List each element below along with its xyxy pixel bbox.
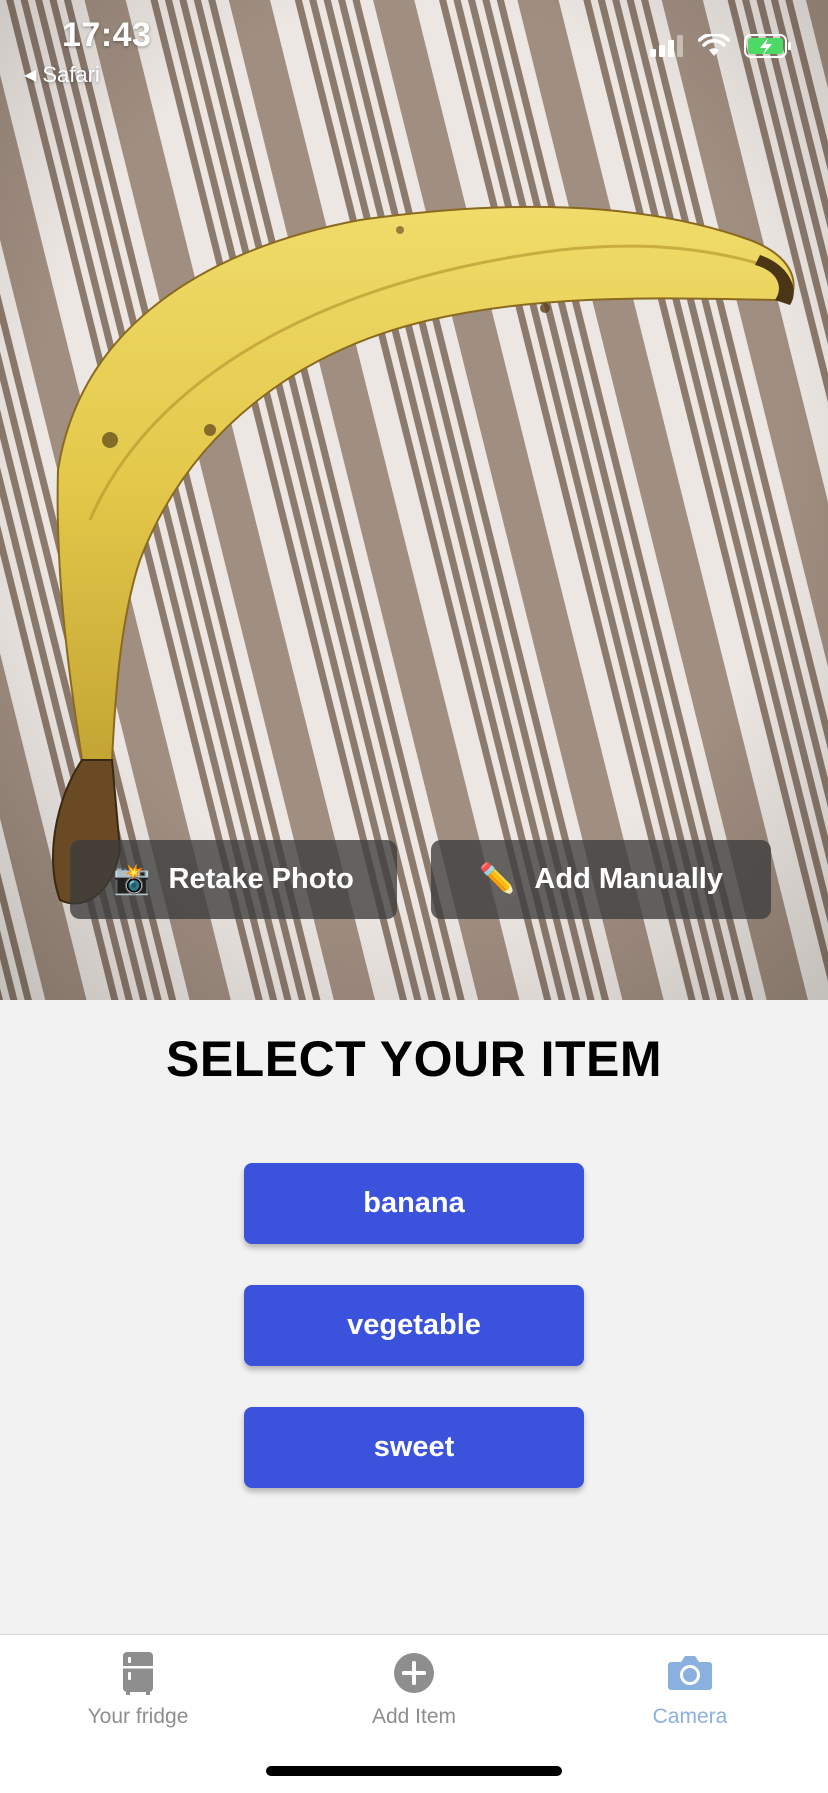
retake-photo-button[interactable]: 📸 Retake Photo (70, 840, 397, 919)
status-bar: 17:43 ◀ Safari (0, 0, 828, 100)
add-manually-button[interactable]: ✏️ Add Manually (431, 840, 771, 919)
option-button-banana[interactable]: banana (244, 1163, 584, 1244)
wifi-icon (697, 32, 731, 63)
fridge-icon (122, 1649, 154, 1697)
status-time: 17:43 (62, 16, 152, 54)
tab-add-item[interactable]: Add Item (276, 1635, 552, 1745)
camera-flash-icon: 📸 (113, 863, 151, 896)
plus-circle-icon (393, 1649, 435, 1697)
back-triangle-icon: ◀ (24, 67, 37, 84)
home-indicator[interactable] (266, 1766, 562, 1776)
tab-camera[interactable]: Camera (552, 1635, 828, 1745)
page-title: SELECT YOUR ITEM (165, 1031, 662, 1087)
pencil-icon: ✏️ (479, 863, 517, 896)
tab-label: Camera (652, 1705, 728, 1728)
tab-label: Your fridge (87, 1705, 189, 1728)
system-icons (650, 32, 792, 63)
cellular-signal-icon (650, 35, 684, 62)
retake-photo-label: Retake Photo (168, 863, 354, 895)
back-to-safari-link[interactable]: ◀ Safari (24, 62, 100, 88)
option-button-vegetable[interactable]: vegetable (244, 1285, 584, 1366)
option-button-sweet[interactable]: sweet (244, 1407, 584, 1488)
add-manually-label: Add Manually (534, 863, 723, 895)
tab-label: Add Item (371, 1705, 457, 1728)
tab-your-fridge[interactable]: Your fridge (0, 1635, 276, 1745)
camera-icon (667, 1649, 713, 1697)
battery-charging-icon (744, 34, 792, 63)
back-app-label: Safari (42, 62, 100, 87)
